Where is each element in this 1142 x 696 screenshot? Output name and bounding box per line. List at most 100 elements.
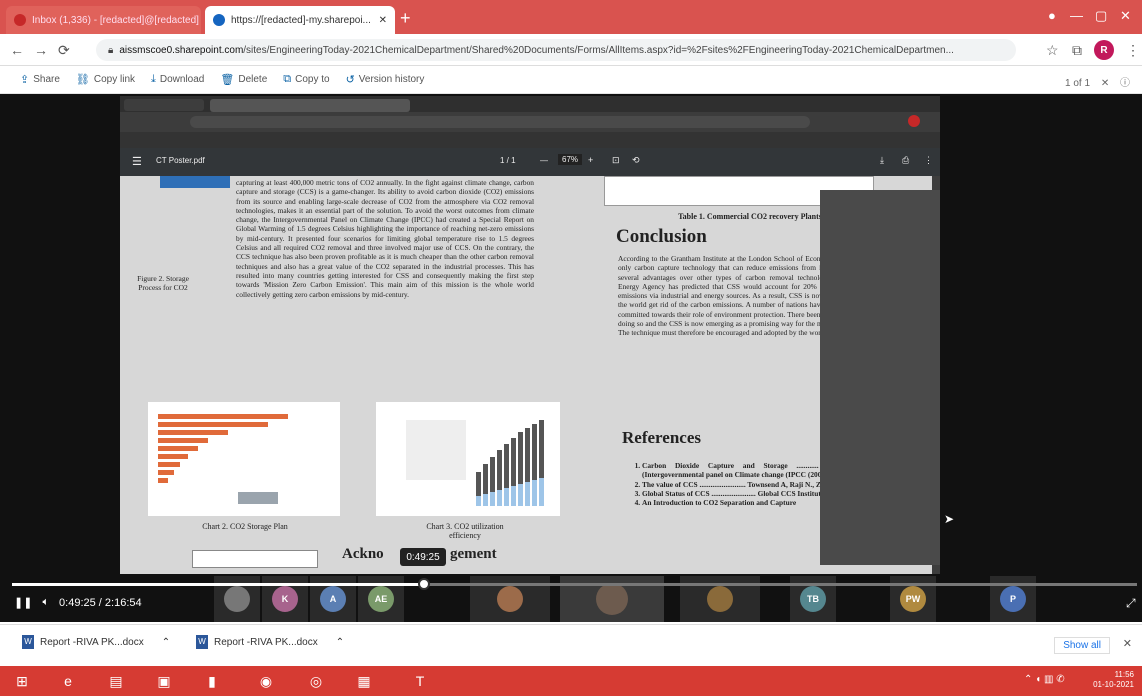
- share-button[interactable]: ⇪ Share: [20, 73, 60, 86]
- copy-to-button[interactable]: ⧉ Copy to: [283, 73, 329, 86]
- extensions-icon[interactable]: ⧉: [1072, 42, 1082, 59]
- delete-button[interactable]: 🗑︎ Delete: [220, 73, 267, 86]
- chart2-caption: Chart 2. CO2 Storage Plan: [202, 522, 288, 531]
- zoom-level: 67%: [558, 154, 583, 165]
- menu-icon[interactable]: ⋮: [1126, 42, 1140, 59]
- show-all-button[interactable]: Show all: [1054, 637, 1110, 654]
- pdf-toolbar: ☰ CT Poster.pdf 1 / 1 — 67% + ⊡ ⟲ ⤓ ⎙ ⋮: [120, 148, 940, 176]
- fullscreen-icon[interactable]: ⤢: [1126, 596, 1136, 611]
- references-heading: References: [622, 428, 701, 447]
- shared-screen: ☰ CT Poster.pdf 1 / 1 — 67% + ⊡ ⟲ ⤓ ⎙ ⋮ …: [120, 96, 940, 574]
- inner-browser-tabs: [120, 96, 940, 112]
- app-icon[interactable]: ▦: [352, 670, 376, 692]
- close-icon[interactable]: ✕: [1123, 637, 1132, 650]
- record-indicator-icon: ●: [1048, 8, 1056, 23]
- sharepoint-icon: [213, 14, 225, 26]
- share-label: Share: [33, 74, 60, 85]
- chrome-icon[interactable]: ◎: [304, 670, 328, 692]
- forward-icon[interactable]: →: [34, 42, 48, 58]
- download-name: Report -RIVA PK...docx: [214, 636, 318, 648]
- version-history-button[interactable]: ↺ Version history: [346, 73, 425, 86]
- seek-bar-progress: [12, 583, 422, 586]
- link-icon: ⛓: [75, 74, 90, 86]
- trash-icon: 🗑︎: [220, 74, 235, 86]
- new-tab-button[interactable]: +: [400, 8, 411, 28]
- firefox-icon[interactable]: ◉: [254, 670, 278, 692]
- acknowledgement-heading-end: gement: [450, 546, 497, 562]
- participant-avatar: K: [272, 586, 298, 612]
- pager-text: 1 of 1: [1065, 78, 1091, 89]
- share-icon: ⇪: [20, 74, 30, 86]
- seek-handle[interactable]: [418, 578, 430, 590]
- teams-icon[interactable]: T: [408, 670, 432, 692]
- print-icon: ⎙: [902, 155, 910, 165]
- download-item[interactable]: W Report -RIVA PK...docx ⌃: [22, 635, 170, 649]
- inner-profile-avatar: [908, 115, 920, 127]
- time-display: 0:49:25 / 2:16:54: [59, 596, 142, 609]
- reload-icon[interactable]: ⟳: [58, 42, 70, 59]
- pause-icon[interactable]: ❚❚: [14, 596, 32, 609]
- download-item[interactable]: W Report -RIVA PK...docx ⌃: [196, 635, 344, 649]
- downloads-bar: W Report -RIVA PK...docx ⌃ W Report -RIV…: [0, 624, 1142, 666]
- inner-address-bar: [120, 112, 940, 132]
- download-label: Download: [159, 74, 205, 85]
- mail-icon: [14, 14, 26, 26]
- participant-avatar: A: [320, 586, 346, 612]
- tab-sharepoint[interactable]: https://[redacted]-my.sharepoi... ✕: [205, 6, 395, 34]
- volume-icon[interactable]: 🔈︎: [42, 596, 49, 609]
- profile-avatar[interactable]: R: [1094, 40, 1114, 60]
- file-explorer-icon[interactable]: ▤: [104, 670, 128, 692]
- star-icon[interactable]: ☆: [1046, 42, 1059, 59]
- rotate-icon: ⟲: [632, 155, 640, 165]
- time-tooltip: 0:49:25: [400, 548, 446, 566]
- chevron-up-icon[interactable]: ⌃: [162, 637, 170, 648]
- chevron-up-icon[interactable]: ⌃: [336, 637, 344, 648]
- zoom-out-icon: —: [540, 156, 548, 165]
- url-path: /sites/EngineeringToday-2021ChemicalDepa…: [243, 44, 954, 56]
- inner-tab: [124, 99, 204, 111]
- maximize-icon[interactable]: ▢: [1095, 8, 1107, 24]
- presenter-side-panel: [820, 190, 940, 565]
- participant-avatar: P: [1000, 586, 1026, 612]
- system-tray-icons[interactable]: ⌃ ◖ ▥ ✆: [1024, 674, 1065, 685]
- chart3-graphic: [406, 420, 544, 506]
- url-field[interactable]: 🔒︎ aissmscoe0.sharepoint.com /sites/Engi…: [96, 39, 1016, 61]
- app-icon[interactable]: ▮: [200, 670, 224, 692]
- inner-url-field: [190, 116, 810, 128]
- copy-to-label: Copy to: [295, 74, 330, 85]
- bottom-table: [192, 550, 318, 568]
- tab-inbox[interactable]: Inbox (1,336) - [redacted]@[redacted] ✕: [6, 6, 201, 34]
- download-icon: ⤓: [151, 73, 156, 85]
- copy-link-button[interactable]: ⛓ Copy link: [76, 73, 135, 86]
- hamburger-icon: ☰: [132, 156, 142, 168]
- url-host: aissmscoe0.sharepoint.com: [119, 44, 244, 56]
- lock-icon: 🔒︎: [108, 44, 114, 56]
- close-icon[interactable]: ✕: [379, 15, 387, 26]
- app-icon[interactable]: ▣: [152, 670, 176, 692]
- mouse-cursor-icon: ➤: [944, 512, 955, 526]
- ie-icon[interactable]: e: [56, 670, 80, 692]
- chart3-caption: Chart 3. CO2 utilization efficiency: [426, 522, 504, 540]
- inner-tab-active: [210, 99, 410, 112]
- chart2-graphic: [158, 414, 288, 504]
- copy-icon: ⧉: [283, 73, 292, 85]
- download-icon: ⤓: [880, 155, 884, 165]
- back-icon[interactable]: ←: [10, 42, 24, 58]
- version-history-label: Version history: [358, 74, 425, 85]
- close-window-icon[interactable]: ✕: [1120, 8, 1131, 24]
- fit-page-icon: ⊡: [612, 155, 620, 165]
- windows-start-icon[interactable]: ⊞: [10, 670, 34, 692]
- info-icon[interactable]: ⓘ: [1120, 78, 1130, 89]
- figure2-caption: Figure 2. Storage Process for CO2: [137, 274, 189, 292]
- acknowledgement-heading-start: Ackno: [342, 546, 384, 562]
- clock[interactable]: 11:56 01-10-2021: [1093, 670, 1134, 690]
- download-button[interactable]: ⤓ Download: [151, 73, 204, 86]
- tab-label: Inbox (1,336) - [redacted]@[redacted]: [32, 14, 199, 26]
- page-indicator: 1 / 1: [500, 156, 516, 165]
- left-paragraph: capturing at least 400,000 metric tons o…: [236, 178, 534, 299]
- address-bar-row: ← → ⟳ 🔒︎ aissmscoe0.sharepoint.com /site…: [0, 34, 1142, 66]
- minimize-icon[interactable]: —: [1070, 8, 1083, 23]
- participant-avatar: TB: [800, 586, 826, 612]
- sharepoint-toolbar: ⇪ Share ⛓ Copy link ⤓ Download 🗑︎ Delete ⧉ Co…: [0, 66, 1142, 94]
- close-icon[interactable]: ✕: [1101, 78, 1109, 89]
